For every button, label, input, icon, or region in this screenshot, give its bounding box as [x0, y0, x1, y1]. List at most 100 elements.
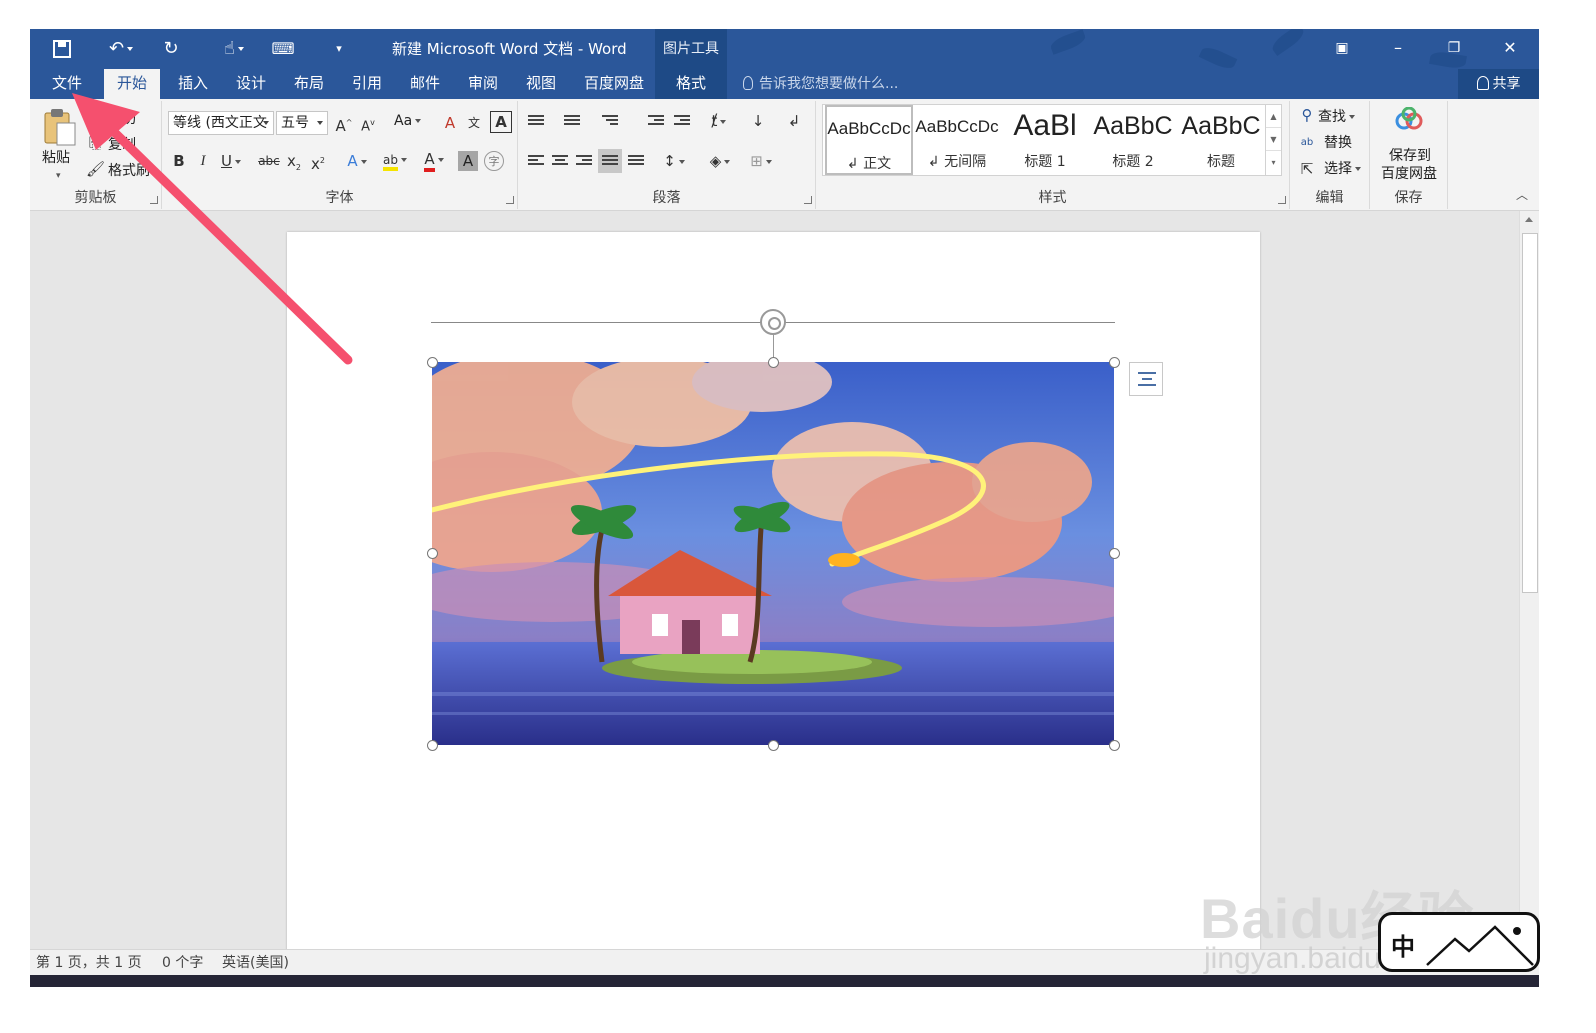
- tab-home[interactable]: 开始: [104, 69, 161, 99]
- font-size-combo[interactable]: 五号: [276, 111, 328, 135]
- word-count[interactable]: 0 个字: [162, 954, 203, 972]
- character-border-icon[interactable]: A: [490, 111, 512, 133]
- resize-handle-top-right[interactable]: [1109, 357, 1120, 368]
- tab-review[interactable]: 审阅: [466, 69, 500, 99]
- align-right-icon[interactable]: [576, 155, 592, 169]
- tab-view[interactable]: 视图: [524, 69, 558, 99]
- format-painter-icon[interactable]: 🖌: [86, 159, 105, 179]
- text-highlight-icon[interactable]: ab: [378, 149, 412, 171]
- resize-handle-bottom-right[interactable]: [1109, 740, 1120, 751]
- gallery-up-icon[interactable]: ▲: [1266, 105, 1281, 128]
- bullets-icon[interactable]: [528, 115, 544, 129]
- ribbon-display-options-icon[interactable]: ▣: [1328, 35, 1356, 61]
- style-title[interactable]: AaBbC 标题: [1177, 105, 1265, 175]
- distributed-icon[interactable]: [628, 155, 644, 169]
- font-launcher-icon[interactable]: [506, 196, 514, 204]
- style-heading-1[interactable]: AaBl 标题 1: [1001, 105, 1089, 175]
- align-left-icon[interactable]: [528, 155, 544, 169]
- page-count[interactable]: 第 1 页，共 1 页: [36, 954, 142, 972]
- resize-handle-top[interactable]: [768, 357, 779, 368]
- tab-insert[interactable]: 插入: [176, 69, 210, 99]
- style-normal[interactable]: AaBbCcDc ↲ 正文: [825, 105, 913, 175]
- replace-button[interactable]: 替换: [1324, 132, 1352, 152]
- shading-icon[interactable]: ◈: [704, 151, 736, 171]
- tab-baidu-netdisk[interactable]: 百度网盘: [582, 69, 646, 99]
- style-heading-2[interactable]: AaBbC 标题 2: [1089, 105, 1177, 175]
- collapse-ribbon-icon[interactable]: ︿: [1514, 185, 1530, 205]
- multilevel-list-icon[interactable]: [602, 115, 618, 129]
- tell-me-search[interactable]: 告诉我您想要做什么...: [743, 75, 898, 93]
- subscript-icon[interactable]: x2: [284, 151, 304, 178]
- borders-icon[interactable]: ⊞: [744, 151, 778, 171]
- strikethrough-icon[interactable]: abc: [256, 151, 282, 171]
- scroll-up-icon[interactable]: [1525, 217, 1533, 222]
- paragraph-launcher-icon[interactable]: [804, 196, 812, 204]
- text-effects-icon[interactable]: A: [342, 151, 372, 171]
- paste-icon[interactable]: [42, 107, 78, 147]
- paste-button[interactable]: 粘贴: [42, 147, 70, 167]
- align-center-icon[interactable]: [552, 155, 568, 169]
- cut-button[interactable]: 剪切: [108, 108, 136, 128]
- styles-gallery-scroll[interactable]: ▲ ▼ ▾: [1265, 105, 1281, 175]
- tab-mailings[interactable]: 邮件: [408, 69, 442, 99]
- italic-icon[interactable]: I: [194, 151, 212, 171]
- resize-handle-bottom-left[interactable]: [427, 740, 438, 751]
- minimize-icon[interactable]: –: [1384, 35, 1412, 61]
- save-to-label-1[interactable]: 保存到: [1380, 145, 1440, 165]
- phonetic-guide-icon[interactable]: 文: [464, 113, 484, 133]
- styles-launcher-icon[interactable]: [1278, 196, 1286, 204]
- tab-file[interactable]: 文件: [50, 69, 84, 99]
- enclose-characters-icon[interactable]: 字: [484, 151, 504, 171]
- numbering-icon[interactable]: [564, 115, 580, 129]
- increase-indent-icon[interactable]: [674, 115, 690, 129]
- save-to-label-2[interactable]: 百度网盘: [1374, 163, 1444, 183]
- tab-design[interactable]: 设计: [234, 69, 268, 99]
- rotate-handle-icon[interactable]: [760, 309, 786, 335]
- resize-handle-right[interactable]: [1109, 548, 1120, 559]
- resize-handle-left[interactable]: [427, 548, 438, 559]
- clipboard-launcher-icon[interactable]: [150, 196, 158, 204]
- gallery-down-icon[interactable]: ▼: [1266, 128, 1281, 151]
- scissors-icon[interactable]: ✂: [86, 107, 104, 127]
- chinese-layout-icon[interactable]: ⱦ: [704, 111, 734, 131]
- format-painter-button[interactable]: 格式刷: [108, 160, 150, 180]
- shrink-font-icon[interactable]: Av: [358, 113, 378, 137]
- character-shading-icon[interactable]: A: [458, 151, 478, 171]
- select-cursor-icon[interactable]: ⇱: [1298, 159, 1316, 179]
- font-color-icon[interactable]: A: [418, 149, 450, 172]
- share-button[interactable]: 共享: [1458, 69, 1539, 99]
- select-button[interactable]: 选择: [1324, 158, 1361, 178]
- resize-handle-bottom[interactable]: [768, 740, 779, 751]
- document-area[interactable]: [30, 211, 1519, 972]
- gallery-more-icon[interactable]: ▾: [1266, 151, 1281, 174]
- scrollbar-thumb[interactable]: [1522, 233, 1538, 593]
- restore-icon[interactable]: ❐: [1440, 35, 1468, 61]
- sort-icon[interactable]: ↓: [748, 111, 768, 131]
- baidu-netdisk-icon[interactable]: [1394, 106, 1424, 135]
- tab-picture-format[interactable]: 格式: [655, 69, 727, 99]
- copy-icon[interactable]: ⎘: [86, 133, 104, 153]
- style-no-spacing[interactable]: AaBbCcDc ↲ 无间隔: [913, 105, 1001, 175]
- pen-mode-icon[interactable]: ⌨: [270, 36, 296, 62]
- close-icon[interactable]: ✕: [1496, 35, 1524, 61]
- layout-options-icon[interactable]: [1129, 362, 1163, 396]
- font-name-combo[interactable]: 等线 (西文正文: [168, 111, 274, 135]
- change-case-button[interactable]: Aa: [394, 113, 422, 129]
- language-indicator[interactable]: 英语(美国): [222, 954, 289, 972]
- undo-icon[interactable]: ↶: [100, 36, 142, 62]
- decrease-indent-icon[interactable]: [648, 115, 664, 129]
- find-button[interactable]: 查找: [1318, 106, 1355, 126]
- document-page[interactable]: [287, 232, 1260, 972]
- copy-button[interactable]: 复制: [108, 134, 136, 154]
- customize-qat-icon[interactable]: ▾: [330, 36, 348, 62]
- bold-icon[interactable]: B: [170, 151, 188, 171]
- redo-icon[interactable]: ↻: [158, 36, 184, 62]
- clear-formatting-icon[interactable]: A: [440, 113, 460, 133]
- superscript-icon[interactable]: x2: [308, 151, 328, 174]
- tab-layout[interactable]: 布局: [292, 69, 326, 99]
- inserted-picture[interactable]: [432, 362, 1114, 745]
- line-spacing-icon[interactable]: ↕: [658, 151, 690, 171]
- search-icon[interactable]: ⚲: [1298, 105, 1316, 125]
- justify-icon[interactable]: [598, 149, 622, 173]
- show-paragraph-marks-icon[interactable]: ↲: [784, 111, 804, 131]
